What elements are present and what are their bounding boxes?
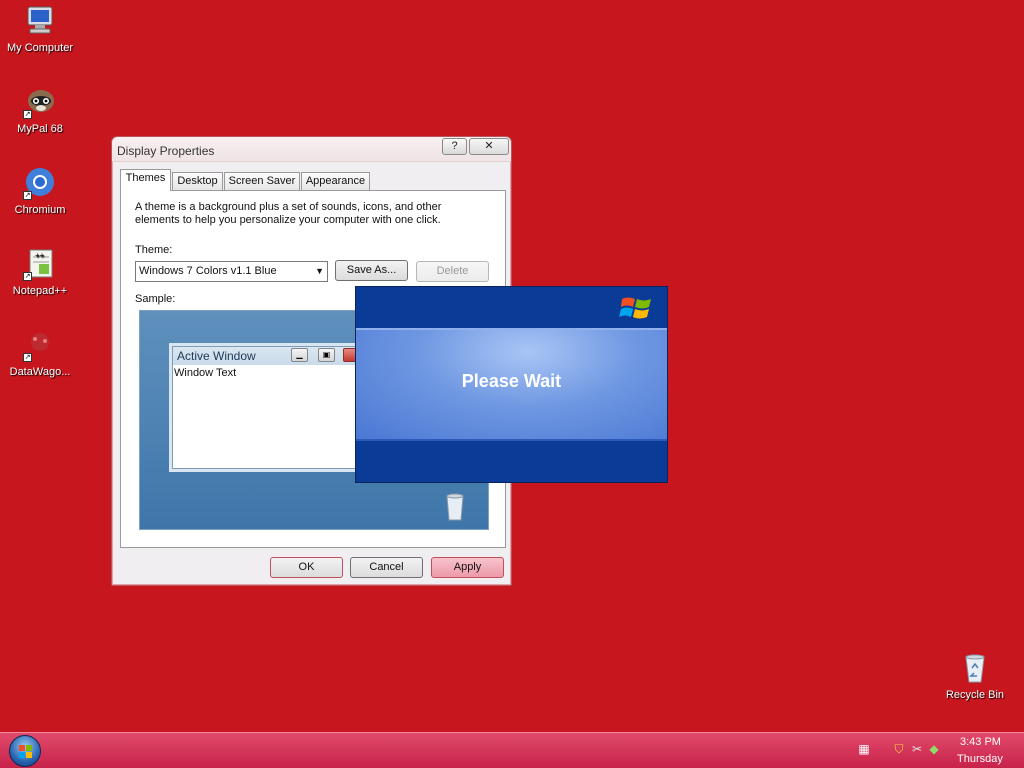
- cancel-button[interactable]: Cancel: [350, 557, 423, 578]
- desktop-icon-notepadpp[interactable]: ++ ↗ Notepad++: [0, 247, 80, 297]
- please-wait-message: Please Wait: [461, 371, 562, 391]
- sample-label: Sample:: [135, 293, 176, 305]
- desktop-icon-chromium[interactable]: ↗ Chromium: [0, 166, 80, 216]
- tab-screen-saver[interactable]: Screen Saver: [224, 172, 300, 191]
- save-as-button[interactable]: Save As...: [335, 260, 408, 281]
- themes-description: A theme is a background plus a set of so…: [135, 201, 442, 226]
- network-icon[interactable]: ✂: [910, 742, 924, 756]
- please-wait-dialog: Please Wait: [355, 286, 668, 483]
- computer-icon: [23, 4, 57, 38]
- security-shield-icon[interactable]: ⛉: [892, 742, 906, 756]
- taskbar: ▦ ⛉ ✂ ◆ 3:43 PM Thursday: [0, 732, 1024, 768]
- shortcut-arrow-icon: ↗: [23, 272, 32, 281]
- clock-day[interactable]: Thursday: [957, 753, 1003, 765]
- keyboard-icon[interactable]: ▦: [857, 742, 871, 756]
- desktop-icon-label: Notepad++: [12, 285, 68, 297]
- windows-logo-icon: [619, 293, 655, 323]
- shortcut-arrow-icon: ↗: [23, 110, 32, 119]
- desktop-icon-recycle-bin[interactable]: Recycle Bin: [935, 651, 1015, 701]
- mypal-raccoon-icon: ↗: [23, 85, 57, 119]
- tab-themes[interactable]: Themes: [120, 169, 171, 191]
- ok-button[interactable]: OK: [270, 557, 343, 578]
- tab-appearance[interactable]: Appearance: [301, 172, 370, 191]
- apply-button[interactable]: Apply: [431, 557, 504, 578]
- shortcut-arrow-icon: ↗: [23, 353, 32, 362]
- datawagon-icon: ↗: [23, 328, 57, 362]
- desktop-icon-label: Chromium: [14, 204, 66, 216]
- theme-label: Theme:: [135, 244, 173, 256]
- close-button[interactable]: ✕: [469, 138, 509, 155]
- start-button[interactable]: [9, 735, 41, 767]
- desktop-icon-datawagon[interactable]: ↗ DataWago...: [0, 328, 80, 378]
- desktop-icon-my-computer[interactable]: My Computer: [0, 4, 80, 54]
- shortcut-arrow-icon: ↗: [23, 191, 32, 200]
- minimize-icon: ▁: [291, 348, 308, 362]
- theme-select-value: Windows 7 Colors v1.1 Blue: [139, 265, 277, 277]
- help-button[interactable]: ?: [442, 138, 467, 155]
- volume-icon[interactable]: ◆: [927, 742, 941, 756]
- chromium-icon: ↗: [23, 166, 57, 200]
- delete-button[interactable]: Delete: [416, 261, 489, 282]
- windows-logo-icon: [19, 745, 32, 758]
- clock-time[interactable]: 3:43 PM: [960, 736, 1001, 748]
- dropdown-arrow-icon[interactable]: ▼: [315, 262, 324, 281]
- theme-select[interactable]: Windows 7 Colors v1.1 Blue ▼: [135, 261, 328, 282]
- notepad-plus-plus-icon: ++ ↗: [23, 247, 57, 281]
- dialog-title: Display Properties: [117, 144, 215, 158]
- maximize-icon: ▣: [318, 348, 335, 362]
- desktop-icon-label: MyPal 68: [17, 123, 63, 135]
- desktop-icon-label: DataWago...: [9, 366, 71, 378]
- sample-recycle-bin-icon: [444, 491, 466, 521]
- tab-desktop[interactable]: Desktop: [172, 172, 223, 191]
- dialog-titlebar[interactable]: Display Properties ? ✕: [112, 137, 511, 162]
- recycle-bin-icon: [958, 651, 992, 685]
- desktop-icon-label: Recycle Bin: [945, 689, 1005, 701]
- desktop-icon-mypal[interactable]: ↗ MyPal 68: [0, 85, 80, 135]
- svg-text:++: ++: [35, 251, 45, 260]
- desktop-icon-label: My Computer: [6, 42, 74, 54]
